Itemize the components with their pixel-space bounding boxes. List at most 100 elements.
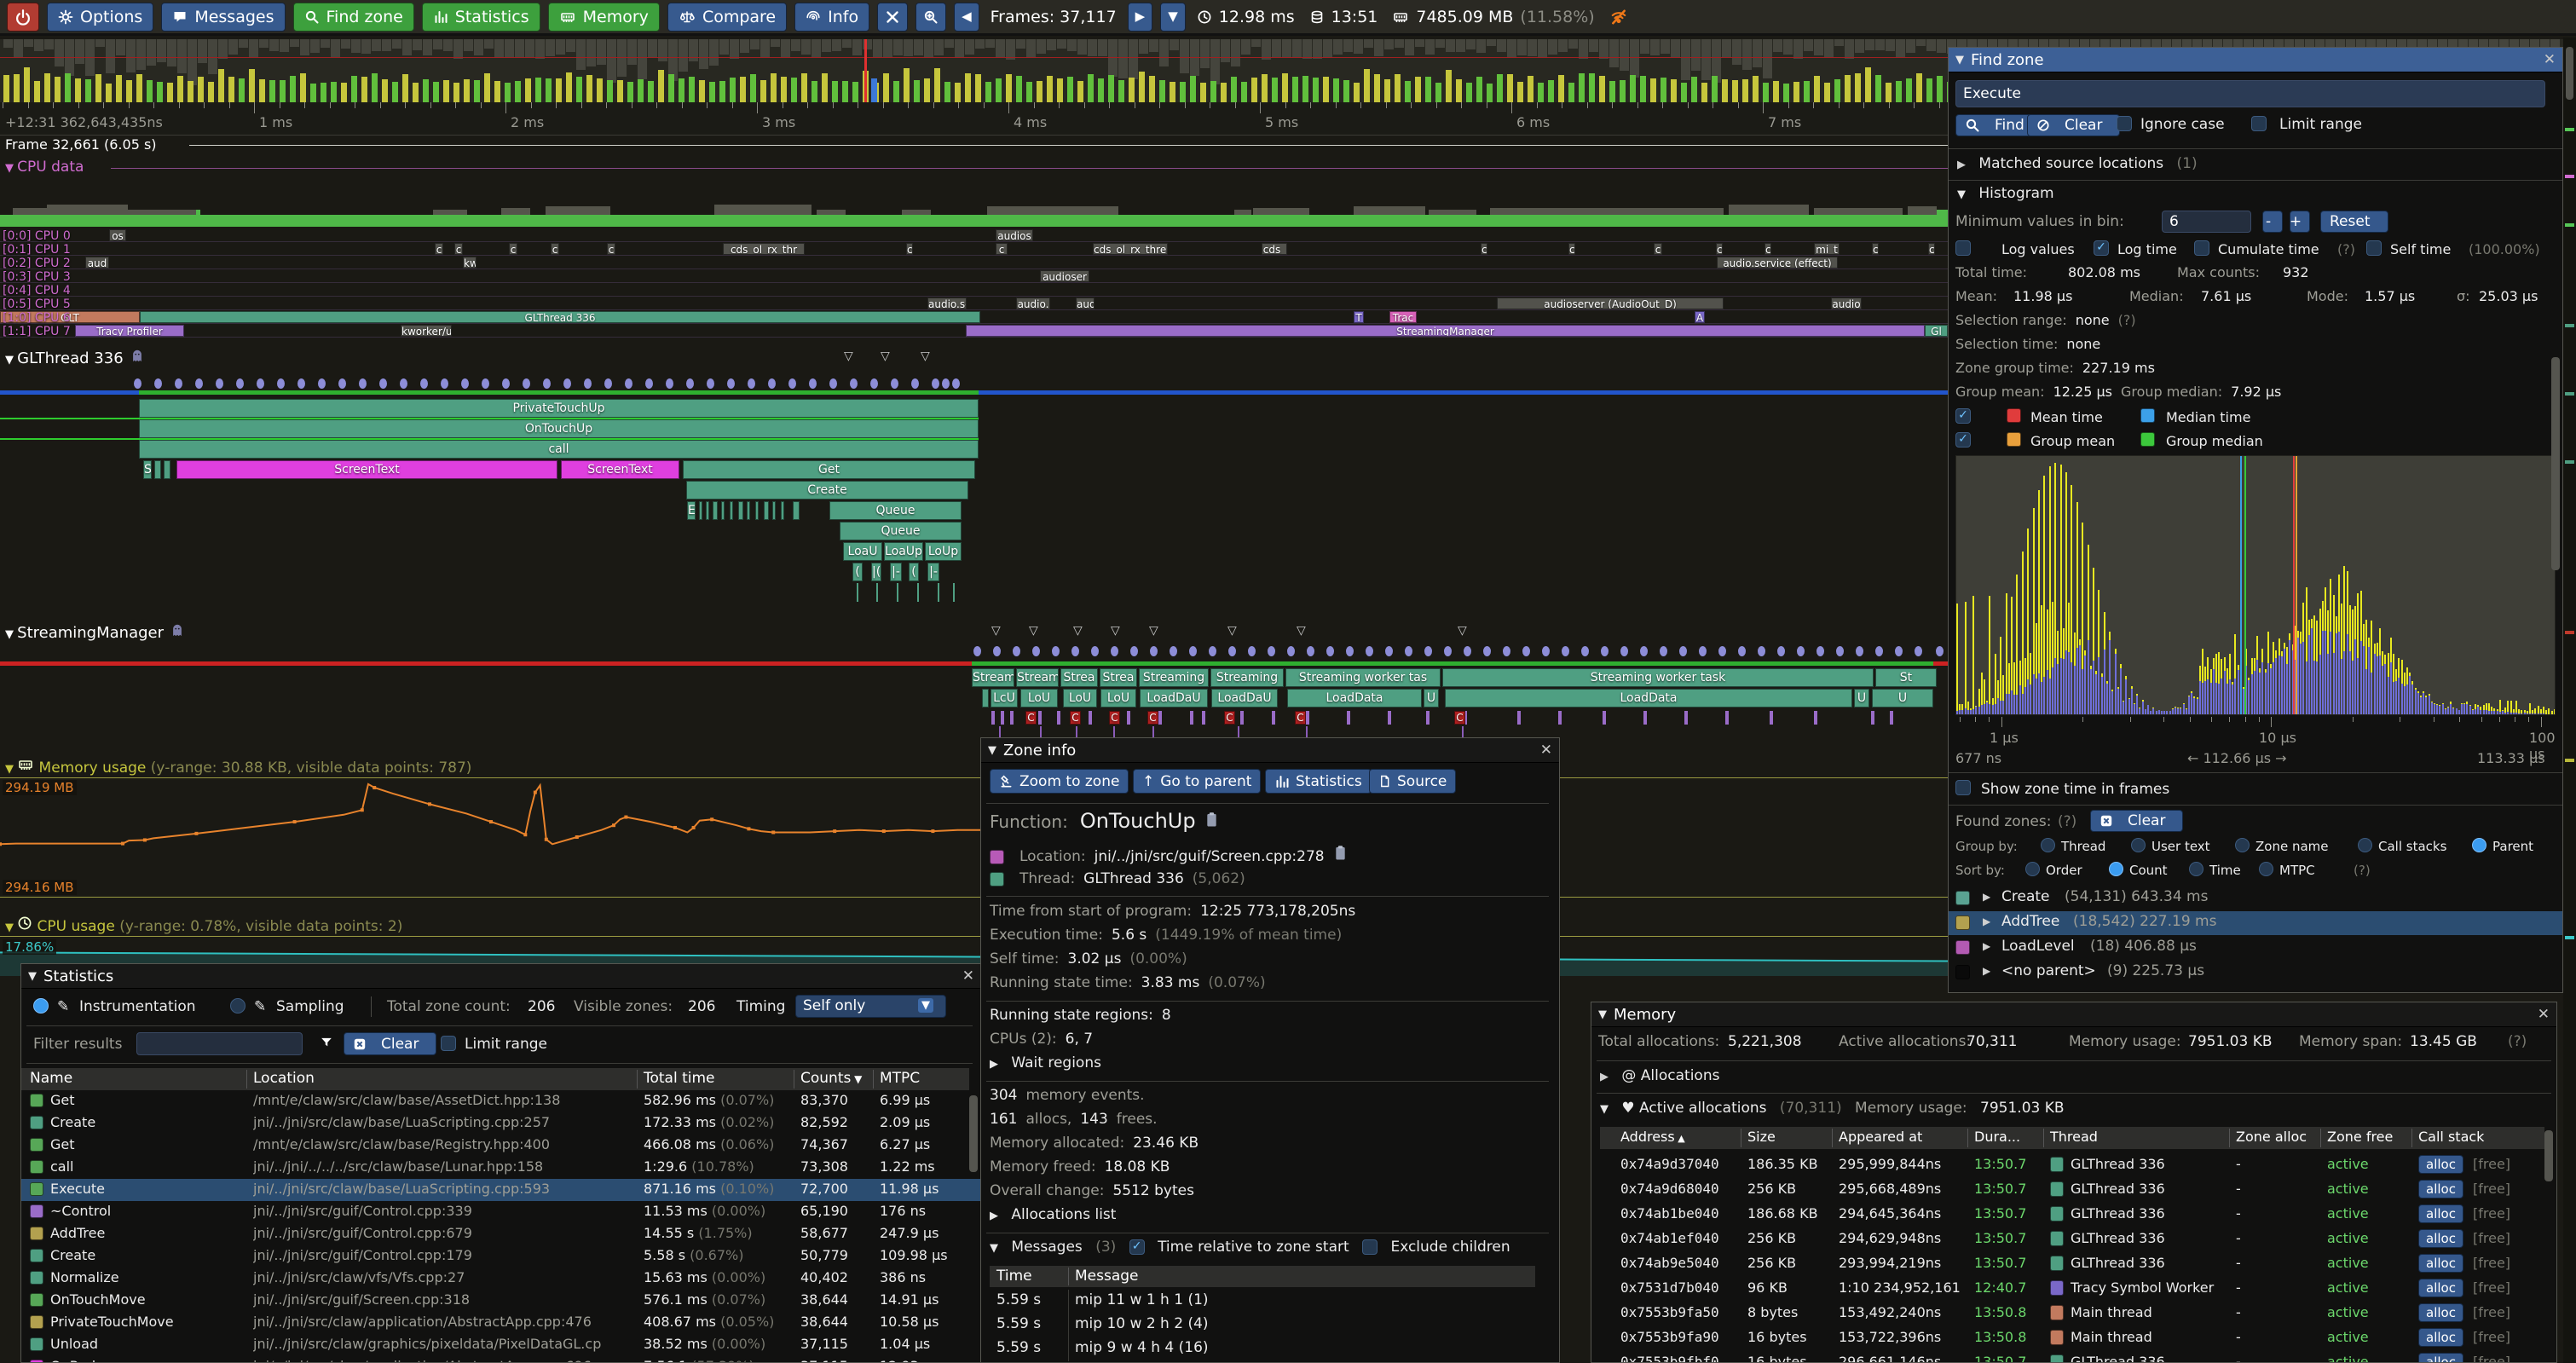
group-legend-checkbox[interactable]: ✓ — [1955, 432, 1971, 448]
streaming-event-tick[interactable] — [991, 711, 995, 725]
exclude-children-checkbox[interactable] — [1362, 1239, 1378, 1255]
message-dot[interactable] — [1503, 646, 1510, 656]
close-icon[interactable]: ✕ — [962, 967, 974, 985]
frame-bar[interactable] — [331, 82, 337, 102]
message-dot[interactable] — [870, 378, 878, 389]
message-dot[interactable] — [1679, 646, 1687, 656]
frame-bar[interactable] — [965, 73, 971, 102]
message-dot[interactable] — [645, 378, 653, 389]
frame-bar[interactable] — [791, 78, 797, 102]
zone-block[interactable]: PrivateTouchUp — [139, 399, 979, 418]
frame-bar[interactable] — [1231, 77, 1237, 102]
frame-bar[interactable] — [1118, 80, 1124, 102]
message-dot[interactable] — [788, 378, 796, 389]
streaming-event-tick[interactable] — [1010, 711, 1014, 725]
frame-bar[interactable] — [1190, 76, 1196, 102]
cpu-zone-block[interactable]: c — [1928, 243, 1935, 255]
expander-icon[interactable]: ▶ — [1983, 940, 1990, 952]
frame-bar[interactable] — [1323, 77, 1329, 102]
frame-bar[interactable] — [638, 79, 644, 102]
min-bin-minus-button[interactable]: - — [2262, 211, 2283, 233]
zone-info-line[interactable]: ▶ Wait regions — [990, 1054, 1110, 1071]
frame-bar[interactable] — [1875, 75, 1881, 102]
zone-block[interactable] — [730, 501, 733, 520]
message-dot[interactable] — [952, 378, 960, 389]
cpu-zone-block[interactable]: c — [607, 243, 615, 255]
column-header-message[interactable]: Message — [1075, 1268, 1139, 1285]
alloc-callstack-button[interactable]: alloc — [2418, 1279, 2463, 1297]
allocation-row[interactable]: 0x74ab1be040186.68 KB294,645,364ns13:50.… — [1591, 1202, 2556, 1227]
frame-bar[interactable] — [1170, 82, 1175, 102]
zone-block[interactable]: Streaming worker task — [1442, 668, 1874, 687]
message-dot[interactable] — [400, 378, 407, 389]
timing-dropdown[interactable]: Self only▼ — [795, 995, 946, 1018]
zone-block[interactable]: LoaUp — [884, 542, 923, 561]
column-header-size[interactable]: Size — [1747, 1129, 1776, 1145]
go-to-parent-button[interactable]: ↑Go to parent — [1133, 769, 1261, 794]
streaming-event-tick[interactable] — [1038, 711, 1042, 725]
frame-bar[interactable] — [464, 79, 470, 102]
frame-bar[interactable] — [1538, 83, 1544, 102]
streaming-event-block[interactable]: C — [1295, 711, 1306, 725]
statistics-row[interactable]: Unloadjni/../jni/src/claw/graphics/pixel… — [21, 1334, 981, 1356]
collapse-icon[interactable]: ▼ — [990, 1242, 998, 1255]
cpu-zone-block[interactable]: c — [454, 243, 463, 255]
frame-bar[interactable] — [1528, 76, 1533, 102]
self-time-checkbox[interactable] — [2366, 240, 2382, 256]
streaming-event-tick[interactable] — [1770, 711, 1773, 725]
close-icon[interactable]: ✕ — [2544, 51, 2556, 68]
column-header-mtpc[interactable]: MTPC — [880, 1070, 920, 1087]
collapse-icon[interactable]: ▼ — [988, 744, 996, 757]
frame-bar[interactable] — [546, 78, 552, 102]
frame-bar[interactable] — [3, 75, 9, 102]
message-dot[interactable] — [379, 378, 387, 389]
cpu-zone-block[interactable]: audio — [1831, 297, 1862, 309]
frame-bar[interactable] — [1671, 79, 1677, 102]
frame-bar[interactable] — [402, 74, 408, 102]
expander-icon[interactable]: ▶ — [1983, 891, 1990, 903]
frame-bar[interactable] — [24, 67, 30, 102]
frame-bar[interactable] — [290, 76, 296, 102]
message-dot[interactable] — [257, 378, 264, 389]
message-dot[interactable] — [1816, 646, 1824, 656]
message-dot[interactable] — [1209, 646, 1216, 656]
found-zone-row[interactable]: ▶AddTree(18,542) 227.19 ms — [1949, 911, 2562, 935]
message-marker-icon[interactable]: ▽ — [1111, 624, 1120, 638]
close-icon[interactable]: ✕ — [2538, 1006, 2550, 1023]
zone-block[interactable]: LoU — [1020, 689, 1058, 707]
zone-block[interactable]: Strea — [1060, 668, 1098, 687]
message-dot[interactable] — [461, 378, 469, 389]
message-marker-icon[interactable]: ▽ — [1029, 624, 1038, 638]
frame-bar[interactable] — [1077, 81, 1083, 102]
time-legend-checkbox[interactable]: ✓ — [1955, 408, 1971, 424]
frame-bar[interactable] — [1609, 81, 1615, 102]
cpu-zone-block[interactable]: aud — [85, 257, 109, 269]
find-zone-scrollbar[interactable] — [2551, 357, 2560, 570]
frame-bar[interactable] — [1405, 81, 1411, 102]
zone-block[interactable]: |( — [871, 563, 881, 581]
message-dot[interactable] — [175, 378, 182, 389]
message-dot[interactable] — [1601, 646, 1609, 656]
zone-block[interactable] — [721, 501, 725, 520]
streaming-event-tick[interactable] — [1001, 711, 1004, 725]
allocation-row[interactable]: 0x7553b9fbf016 bytes296,661,146ns13:50.7… — [1591, 1350, 2556, 1362]
collapse-icon[interactable]: ▼ — [1957, 188, 1966, 201]
cpu-zone-block[interactable]: mi_t — [1814, 243, 1840, 255]
expander-icon[interactable]: ▶ — [1983, 965, 1990, 977]
statistics-row[interactable]: Get/mnt/e/claw/src/claw/base/AssetDict.h… — [21, 1090, 981, 1112]
cpu-zone-block[interactable]: Gl — [1925, 325, 1948, 337]
reset-button[interactable]: Reset — [2320, 211, 2388, 233]
message-dot[interactable] — [748, 378, 755, 389]
message-dot[interactable] — [1522, 646, 1530, 656]
message-dot[interactable] — [1385, 646, 1393, 656]
frame-bar[interactable] — [811, 81, 817, 102]
message-dot[interactable] — [1758, 646, 1765, 656]
zone-block[interactable]: LoU — [1063, 689, 1097, 707]
frame-bar[interactable] — [85, 79, 91, 102]
message-dot[interactable] — [1542, 646, 1550, 656]
statistics-row[interactable]: OnRedrawjni/../jni/src/claw/application/… — [21, 1356, 981, 1362]
zone-block[interactable]: Streaming — [1210, 668, 1284, 687]
alloc-callstack-button[interactable]: alloc — [2418, 1303, 2463, 1322]
frame-bar[interactable] — [75, 78, 81, 102]
frame-bar[interactable] — [198, 77, 204, 102]
